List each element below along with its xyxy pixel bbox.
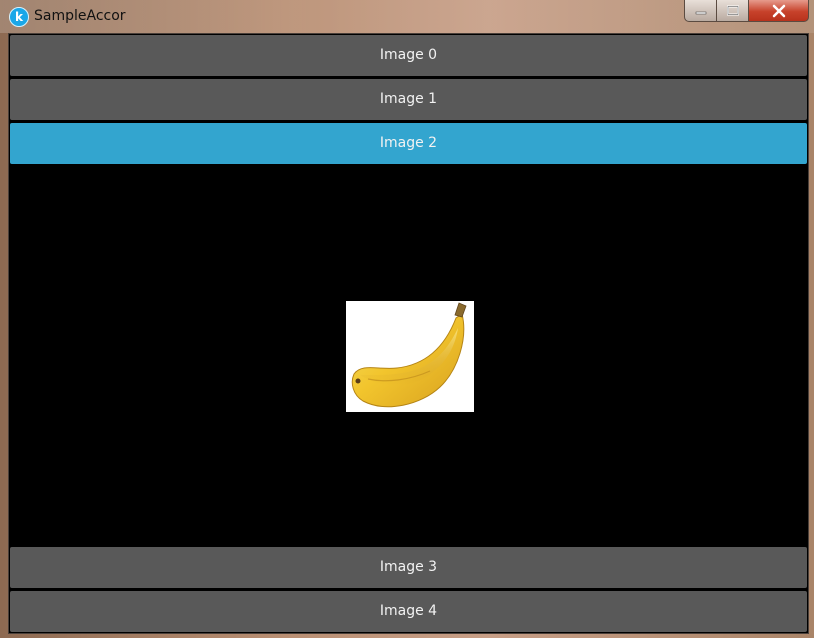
- maximize-icon: [726, 5, 739, 15]
- accordion-item-image-3[interactable]: Image 3: [10, 547, 807, 588]
- accordion-content-image-2: [10, 166, 807, 544]
- accordion-item-image-4[interactable]: Image 4: [10, 591, 807, 632]
- minimize-icon: [695, 11, 706, 14]
- close-button[interactable]: [748, 0, 809, 22]
- kivy-app-icon: k: [9, 7, 29, 27]
- window-titlebar[interactable]: k SampleAccor: [0, 0, 814, 33]
- maximize-button[interactable]: [716, 0, 749, 22]
- accordion-item-image-2[interactable]: Image 2: [10, 123, 807, 164]
- banana-image: [346, 301, 474, 412]
- accordion-item-image-0[interactable]: Image 0: [10, 35, 807, 76]
- close-icon: [772, 4, 785, 17]
- accordion-item-image-1[interactable]: Image 1: [10, 79, 807, 120]
- minimize-button[interactable]: [684, 0, 717, 22]
- accordion-window-content: Image 0 Image 1 Image 2 Image 3 Image 4: [8, 33, 809, 634]
- window-title: SampleAccor: [34, 8, 126, 24]
